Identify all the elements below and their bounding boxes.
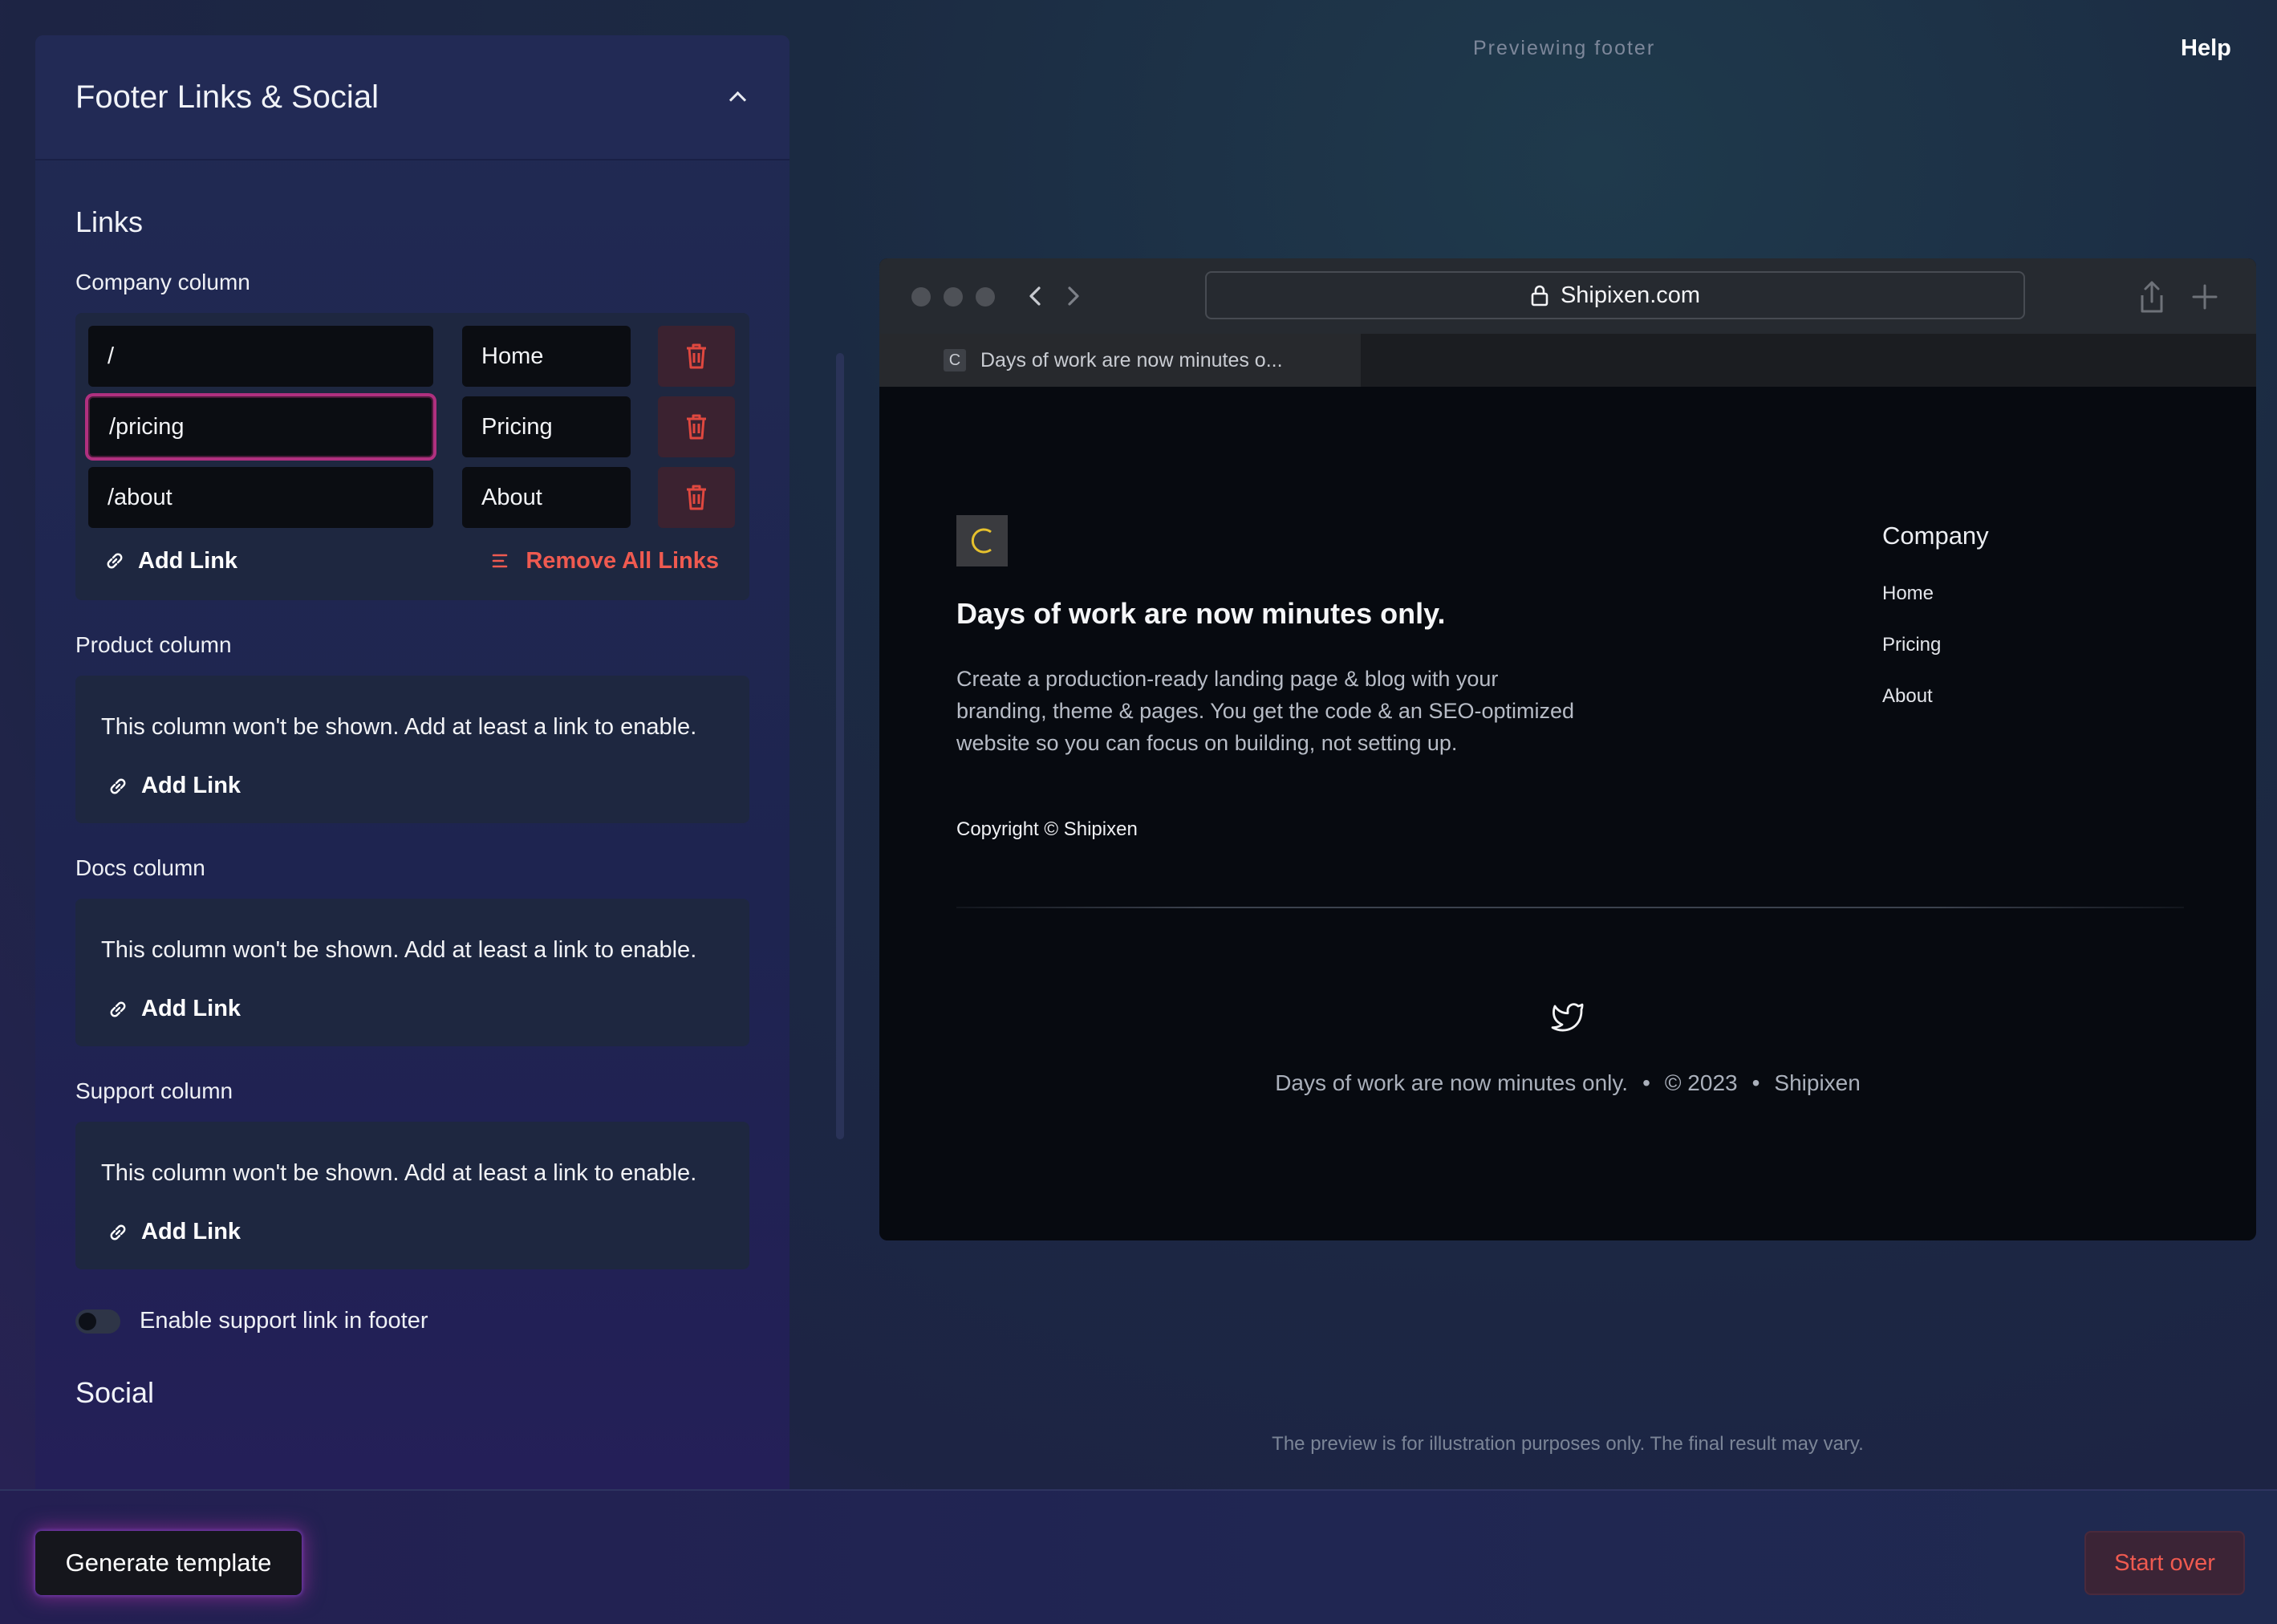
link-row bbox=[88, 326, 737, 387]
help-link[interactable]: Help bbox=[2181, 35, 2231, 62]
add-link-button[interactable]: Add Link bbox=[108, 996, 724, 1022]
preview-label: Previewing footer bbox=[1473, 37, 1656, 59]
share-icon bbox=[2141, 281, 2163, 313]
link-row bbox=[88, 467, 737, 528]
site-link-home: Home bbox=[1882, 583, 1934, 604]
support-column-box: This column won't be shown. Add at least… bbox=[75, 1122, 749, 1269]
bottom-action-bar: Generate template Start over bbox=[0, 1489, 2277, 1624]
preview-disclaimer: The preview is for illustration purposes… bbox=[1272, 1433, 1864, 1455]
link-url-input[interactable] bbox=[88, 326, 433, 387]
trash-icon bbox=[687, 485, 706, 510]
company-column-box: Add Link Remove All Links bbox=[75, 313, 749, 600]
link-url-input[interactable] bbox=[88, 467, 433, 528]
link-icon bbox=[107, 553, 123, 569]
product-column-box: This column won't be shown. Add at least… bbox=[75, 676, 749, 823]
panel-title: Footer Links & Social bbox=[75, 79, 379, 115]
window-close-dot bbox=[911, 287, 931, 307]
support-link-toggle[interactable] bbox=[75, 1309, 120, 1334]
company-column-label: Company column bbox=[75, 270, 250, 294]
support-column-label: Support column bbox=[75, 1078, 233, 1103]
social-section-title: Social bbox=[75, 1376, 155, 1409]
remove-list-icon bbox=[493, 554, 508, 568]
add-link-label: Add Link bbox=[141, 996, 242, 1021]
panel-header[interactable]: Footer Links & Social bbox=[35, 35, 789, 160]
back-icon bbox=[1029, 286, 1041, 306]
add-link-button[interactable]: Add Link bbox=[104, 548, 237, 574]
add-link-label: Add Link bbox=[141, 1219, 242, 1244]
link-url-input[interactable] bbox=[88, 396, 433, 457]
chevron-up-icon[interactable] bbox=[725, 86, 748, 108]
delete-link-button[interactable] bbox=[658, 467, 735, 528]
tab-favicon: C bbox=[944, 349, 966, 371]
delete-link-button[interactable] bbox=[658, 396, 735, 457]
browser-preview: Shipixen.com C Days of work are now minu… bbox=[879, 258, 2256, 1240]
site-logo bbox=[956, 515, 1008, 566]
browser-tab-bar: C Days of work are now minutes o... bbox=[879, 334, 2256, 387]
link-icon bbox=[110, 778, 126, 794]
trash-icon bbox=[687, 414, 706, 440]
links-section-title: Links bbox=[75, 205, 144, 238]
generate-template-button[interactable]: Generate template bbox=[35, 1531, 302, 1595]
site-divider bbox=[956, 907, 2184, 908]
remove-all-links-button[interactable]: Remove All Links bbox=[492, 548, 719, 574]
bottom-brand: Shipixen bbox=[1774, 1070, 1861, 1095]
address-text: Shipixen.com bbox=[1560, 282, 1701, 308]
logo-c-icon bbox=[971, 528, 992, 554]
docs-column-label: Docs column bbox=[75, 855, 205, 880]
tab-title: Days of work are now minutes o... bbox=[980, 348, 1283, 371]
bottom-tagline: Days of work are now minutes only. bbox=[1275, 1070, 1629, 1095]
plus-icon bbox=[2192, 284, 2218, 310]
link-icon bbox=[110, 1001, 126, 1017]
empty-column-message: This column won't be shown. Add at least… bbox=[101, 937, 697, 963]
site-column-title: Company bbox=[1882, 522, 1989, 550]
docs-column-box: This column won't be shown. Add at least… bbox=[75, 899, 749, 1046]
delete-link-button[interactable] bbox=[658, 326, 735, 387]
address-bar: Shipixen.com bbox=[1205, 271, 2025, 319]
window-minimize-dot bbox=[944, 287, 963, 307]
link-label-input[interactable] bbox=[462, 326, 631, 387]
add-link-label: Add Link bbox=[141, 773, 242, 798]
twitter-icon bbox=[1551, 1003, 1584, 1032]
browser-tab: C Days of work are now minutes o... bbox=[879, 334, 1361, 387]
forward-icon bbox=[1068, 286, 1079, 306]
empty-column-message: This column won't be shown. Add at least… bbox=[101, 1160, 697, 1186]
start-over-button[interactable]: Start over bbox=[2084, 1531, 2245, 1595]
bottom-year: © 2023 bbox=[1664, 1070, 1738, 1095]
site-footer-preview: Days of work are now minutes only. Creat… bbox=[879, 387, 2256, 1240]
panel-scrollbar[interactable] bbox=[836, 353, 844, 1139]
link-label-input[interactable] bbox=[462, 396, 631, 457]
site-description: Create a production-ready landing page &… bbox=[956, 667, 1575, 755]
bottom-separator: • bbox=[1642, 1070, 1650, 1095]
site-link-about: About bbox=[1882, 685, 1933, 707]
bottom-separator: • bbox=[1751, 1070, 1760, 1095]
settings-panel: Footer Links & Social Links Company colu… bbox=[35, 35, 789, 1489]
link-row bbox=[88, 396, 737, 457]
link-icon bbox=[110, 1224, 126, 1240]
link-label-input[interactable] bbox=[462, 467, 631, 528]
trash-icon bbox=[687, 343, 706, 369]
add-link-button[interactable]: Add Link bbox=[108, 1219, 724, 1245]
empty-column-message: This column won't be shown. Add at least… bbox=[101, 714, 697, 740]
lock-icon bbox=[1531, 285, 1548, 307]
product-column-label: Product column bbox=[75, 632, 232, 657]
site-heading: Days of work are now minutes only. bbox=[956, 597, 1446, 630]
add-link-button[interactable]: Add Link bbox=[108, 773, 724, 799]
add-link-label: Add Link bbox=[138, 547, 238, 574]
remove-all-label: Remove All Links bbox=[526, 547, 719, 574]
support-link-toggle-label: Enable support link in footer bbox=[140, 1308, 428, 1334]
browser-toolbar: Shipixen.com bbox=[879, 258, 2256, 334]
site-link-pricing: Pricing bbox=[1882, 634, 1942, 656]
site-copyright: Copyright © Shipixen bbox=[956, 818, 1138, 840]
site-bottom-line: Days of work are now minutes only. • © 202… bbox=[879, 1070, 2256, 1096]
window-zoom-dot bbox=[976, 287, 995, 307]
